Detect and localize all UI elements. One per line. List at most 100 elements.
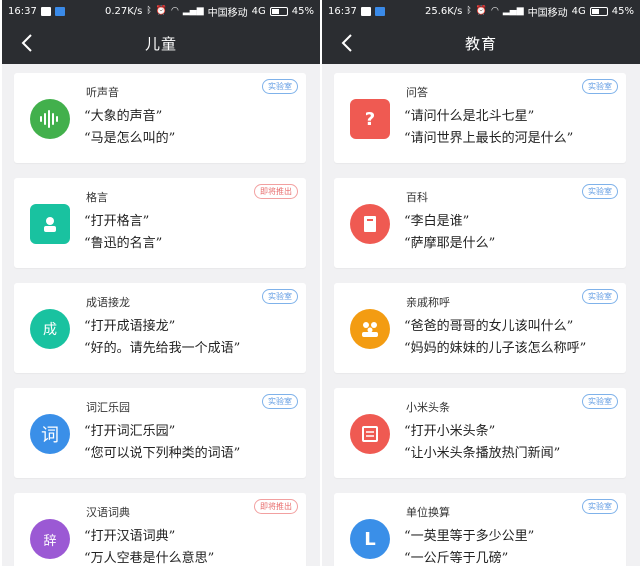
example-phrase-1: “大象的声音” [84,109,163,124]
skill-card-quotes[interactable]: 格言 即将推出 “打开格言” “鲁迅的名言” [14,178,306,268]
skill-list: ? 问答 实验室 “请问什么是北斗七星” “请问世界上最长的河是什么” 百科 实… [322,64,640,566]
wifi-icon: ◠ [491,5,499,16]
example-phrase-1: “一英里等于多少公里” [404,529,535,544]
app-notification-icon [54,6,65,16]
card-title: 亲戚称呼 [406,296,450,309]
bluetooth-icon: ᛒ [466,5,472,16]
page-title: 儿童 [144,34,177,53]
status-time: 16:37 [328,5,357,17]
idiom-book-icon: 成 [30,309,70,349]
card-title: 百科 [406,191,428,204]
example-phrase-1: “打开汉语词典” [84,529,176,544]
coming-soon-badge: 即将推出 [254,499,298,514]
lab-badge: 实验室 [582,184,618,199]
unit-glyph: L [364,528,376,550]
back-arrow-icon[interactable] [16,32,38,54]
example-phrase-1: “打开成语接龙” [84,319,176,334]
signal-icon: ▂▄▆ [182,5,204,16]
skill-list: 听声音 实验室 “大象的声音” “马是怎么叫的” 格言 即将推出 “打开格言” … [2,64,320,566]
example-phrase-2: “好的。请先给我一个成语” [84,341,241,356]
status-bar: 16:37 0.27K/s ᛒ ⏰ ◠ ▂▄▆ 中国移动 4G 45% [2,0,320,22]
example-phrase-1: “李白是谁” [404,214,470,229]
example-phrase-2: “您可以说下列种类的词语” [84,446,241,461]
lab-badge: 实验室 [262,289,298,304]
example-phrase-1: “打开小米头条” [404,424,496,439]
battery-percent: 45% [291,5,314,17]
example-phrase-1: “打开格言” [84,214,150,229]
network-speed: 0.27K/s [104,5,143,17]
skill-card-vocabulary[interactable]: 词 词汇乐园 实验室 “打开词汇乐园” “您可以说下列种类的词语” [14,388,306,478]
example-phrase-2: “一公斤等于几磅” [404,551,509,566]
back-arrow-icon[interactable] [336,32,358,54]
notification-icon [360,6,371,16]
lab-badge: 实验室 [582,289,618,304]
quote-person-icon [30,204,70,244]
alarm-icon: ⏰ [475,5,488,16]
encyclopedia-icon [350,204,390,244]
battery-icon [269,6,288,16]
question-bubble-icon: ? [350,99,390,139]
left-screen: 16:37 0.27K/s ᛒ ⏰ ◠ ▂▄▆ 中国移动 4G 45% 儿童 听… [2,0,320,566]
app-notification-icon [374,6,385,16]
skill-card-dictionary[interactable]: 辞 汉语词典 即将推出 “打开汉语词典” “万人空巷是什么意思” [14,493,306,566]
status-time: 16:37 [8,5,37,17]
network-speed: 25.6K/s [424,5,463,17]
card-title: 格言 [86,191,108,204]
skill-card-idiom-chain[interactable]: 成 成语接龙 实验室 “打开成语接龙” “好的。请先给我一个成语” [14,283,306,373]
example-phrase-2: “鲁迅的名言” [84,236,163,251]
card-title: 汉语词典 [86,506,130,519]
example-phrase-2: “请问世界上最长的河是什么” [404,131,574,146]
skill-card-encyclopedia[interactable]: 百科 实验室 “李白是谁” “萨摩耶是什么” [334,178,626,268]
idiom-glyph: 成 [43,322,57,338]
dictionary-glyph: 辞 [43,533,57,549]
status-bar: 16:37 25.6K/s ᛒ ⏰ ◠ ▂▄▆ 中国移动 4G 45% [322,0,640,22]
page-title: 教育 [464,34,497,53]
dictionary-icon: 辞 [30,519,70,559]
lab-badge: 实验室 [582,499,618,514]
lab-badge: 实验室 [582,394,618,409]
carrier-name: 中国移动 [527,7,568,19]
newspaper-icon [350,414,390,454]
battery-icon [589,6,608,16]
skill-card-relatives[interactable]: 亲戚称呼 实验室 “爸爸的哥哥的女儿该叫什么” “妈妈的妹妹的儿子该怎么称呼” [334,283,626,373]
battery-percent: 45% [611,5,634,17]
family-icon [350,309,390,349]
alarm-icon: ⏰ [155,5,168,16]
example-phrase-2: “让小米头条播放热门新闻” [404,446,561,461]
word-glyph: 词 [41,425,59,446]
card-title: 词汇乐园 [86,401,130,414]
card-title: 问答 [406,86,428,99]
card-title: 成语接龙 [86,296,130,309]
unit-convert-icon: L [350,519,390,559]
card-title: 单位换算 [406,506,450,519]
card-title: 小米头条 [406,401,450,414]
bluetooth-icon: ᛒ [146,5,152,16]
lab-badge: 实验室 [262,394,298,409]
network-type: 4G [251,5,266,17]
lab-badge: 实验室 [262,79,298,94]
skill-card-xiaomi-news[interactable]: 小米头条 实验室 “打开小米头条” “让小米头条播放热门新闻” [334,388,626,478]
lab-badge: 实验室 [582,79,618,94]
question-glyph: ? [364,108,376,130]
example-phrase-2: “万人空巷是什么意思” [84,551,215,566]
skill-card-listen-sounds[interactable]: 听声音 实验室 “大象的声音” “马是怎么叫的” [14,73,306,163]
card-title: 听声音 [86,86,119,99]
carrier-name: 中国移动 [207,7,248,19]
wifi-icon: ◠ [171,5,179,16]
notification-icon [40,6,51,16]
example-phrase-1: “爸爸的哥哥的女儿该叫什么” [404,319,574,334]
soundwave-icon [30,99,70,139]
title-bar: 儿童 [2,22,320,64]
example-phrase-2: “萨摩耶是什么” [404,236,496,251]
word-icon: 词 [30,414,70,454]
skill-card-qa[interactable]: ? 问答 实验室 “请问什么是北斗七星” “请问世界上最长的河是什么” [334,73,626,163]
example-phrase-1: “请问什么是北斗七星” [404,109,535,124]
example-phrase-2: “马是怎么叫的” [84,131,176,146]
title-bar: 教育 [322,22,640,64]
skill-card-unit-conversion[interactable]: L 单位换算 实验室 “一英里等于多少公里” “一公斤等于几磅” [334,493,626,566]
network-type: 4G [571,5,586,17]
right-screen: 16:37 25.6K/s ᛒ ⏰ ◠ ▂▄▆ 中国移动 4G 45% 教育 ?… [322,0,640,566]
example-phrase-1: “打开词汇乐园” [84,424,176,439]
example-phrase-2: “妈妈的妹妹的儿子该怎么称呼” [404,341,587,356]
signal-icon: ▂▄▆ [502,5,524,16]
